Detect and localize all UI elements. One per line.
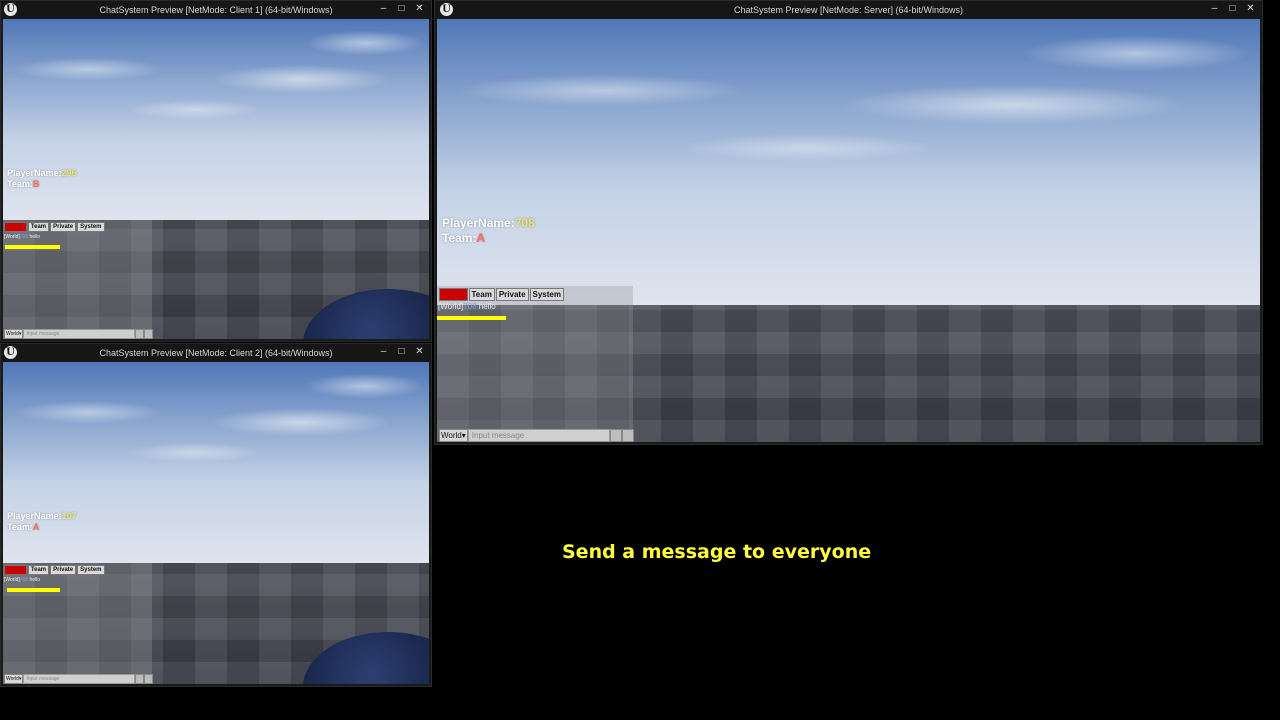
message-input[interactable]: Input message — [467, 428, 610, 442]
tab-world[interactable]: World — [439, 288, 468, 301]
team-value: B — [32, 179, 40, 189]
clear-button[interactable] — [144, 329, 154, 339]
tab-team[interactable]: Team — [27, 222, 50, 232]
close-icon[interactable]: ✕ — [1243, 3, 1258, 15]
message-text: hello — [478, 302, 496, 311]
tab-private[interactable]: Private — [495, 288, 529, 301]
chat-panel: World Team Private System [World]708 hel… — [437, 286, 633, 441]
client1-titlebar[interactable]: U ChatSystem Preview [NetMode: Client 1]… — [1, 1, 431, 19]
unreal-logo-icon: U — [440, 3, 453, 16]
tab-world[interactable]: World — [4, 222, 27, 232]
chat-message: [World]708 hello — [437, 301, 633, 311]
send-button[interactable] — [609, 428, 622, 442]
player-name-value: 708 — [514, 216, 535, 230]
message-input[interactable]: Input message — [23, 674, 136, 684]
player-name-label: PlayerName: — [442, 216, 515, 230]
unreal-logo-icon: U — [4, 3, 17, 16]
tab-system[interactable]: System — [77, 222, 105, 232]
chat-panel: World Team Private System [World]708 hel… — [3, 220, 152, 339]
tab-world[interactable]: World — [4, 565, 27, 575]
chat-input-row: World▾ Input message — [4, 329, 154, 339]
message-sender: 708 — [19, 577, 29, 583]
team-value: A — [476, 231, 486, 245]
player-name-value: 296 — [61, 168, 77, 178]
team-label: Team: — [7, 522, 33, 532]
game-viewport[interactable]: PlayerName:107 Team:A World Team Private… — [3, 362, 429, 684]
highlight-bar — [437, 316, 506, 320]
player-name-label: PlayerName: — [7, 511, 62, 521]
highlight-bar — [5, 245, 60, 249]
client2-titlebar[interactable]: U ChatSystem Preview [NetMode: Client 2]… — [1, 344, 431, 362]
tab-private[interactable]: Private — [50, 565, 77, 575]
channel-select[interactable]: World▾ — [4, 674, 24, 684]
message-channel: [World] — [4, 234, 20, 240]
window-title: ChatSystem Preview [NetMode: Server] (64… — [733, 5, 964, 15]
game-viewport[interactable]: PlayerName:708 Team:A World Team Private… — [437, 19, 1260, 442]
channel-select[interactable]: World▾ — [4, 329, 24, 339]
client1-window: U ChatSystem Preview [NetMode: Client 1]… — [0, 0, 432, 342]
chat-message: [World]708 hello — [3, 575, 152, 583]
tab-team[interactable]: Team — [27, 565, 50, 575]
client2-window: U ChatSystem Preview [NetMode: Client 2]… — [0, 343, 432, 687]
tab-private[interactable]: Private — [50, 222, 77, 232]
clear-button[interactable] — [144, 674, 154, 684]
team-value: A — [32, 522, 40, 532]
window-title: ChatSystem Preview [NetMode: Client 1] (… — [99, 5, 333, 15]
minimize-icon[interactable]: – — [376, 346, 391, 358]
tab-team[interactable]: Team — [468, 288, 495, 301]
server-titlebar[interactable]: U ChatSystem Preview [NetMode: Server] (… — [435, 1, 1262, 19]
message-text: hello — [29, 234, 41, 240]
send-button[interactable] — [135, 674, 145, 684]
team-label: Team: — [7, 179, 33, 189]
send-button[interactable] — [135, 329, 145, 339]
player-name-value: 107 — [61, 511, 77, 521]
maximize-icon[interactable]: □ — [394, 346, 409, 358]
clear-button[interactable] — [621, 428, 634, 442]
window-title: ChatSystem Preview [NetMode: Client 2] (… — [99, 348, 333, 358]
player-info: PlayerName:296 Team:B — [7, 168, 77, 190]
player-info: PlayerName:107 Team:A — [7, 511, 77, 533]
message-input[interactable]: Input message — [23, 329, 136, 339]
chat-panel: World Team Private System [World]708 hel… — [3, 563, 152, 683]
sky — [437, 19, 1260, 305]
minimize-icon[interactable]: – — [376, 3, 391, 15]
message-channel: [World] — [4, 577, 20, 583]
close-icon[interactable]: ✕ — [412, 346, 427, 358]
team-label: Team: — [442, 231, 477, 245]
chat-input-row: World▾ Input message — [4, 674, 154, 684]
minimize-icon[interactable]: – — [1207, 3, 1222, 15]
tab-system[interactable]: System — [529, 288, 564, 301]
message-sender: 708 — [19, 234, 29, 240]
message-channel: [World] — [438, 302, 464, 311]
maximize-icon[interactable]: □ — [1225, 3, 1240, 15]
message-sender: 708 — [463, 302, 477, 311]
close-icon[interactable]: ✕ — [412, 3, 427, 15]
chat-input-row: World▾ Input message — [439, 428, 634, 442]
server-window: U ChatSystem Preview [NetMode: Server] (… — [434, 0, 1263, 445]
caption-text: Send a message to everyone — [562, 541, 872, 563]
player-info: PlayerName:708 Team:A — [442, 216, 535, 246]
game-viewport[interactable]: PlayerName:296 Team:B World Team Private… — [3, 19, 429, 339]
tab-system[interactable]: System — [77, 565, 105, 575]
player-name-label: PlayerName: — [7, 168, 62, 178]
channel-select[interactable]: World▾ — [439, 428, 468, 442]
maximize-icon[interactable]: □ — [394, 3, 409, 15]
unreal-logo-icon: U — [4, 346, 17, 359]
message-text: hello — [29, 577, 41, 583]
chat-message: [World]708 hello — [3, 232, 152, 240]
highlight-bar — [7, 588, 60, 592]
